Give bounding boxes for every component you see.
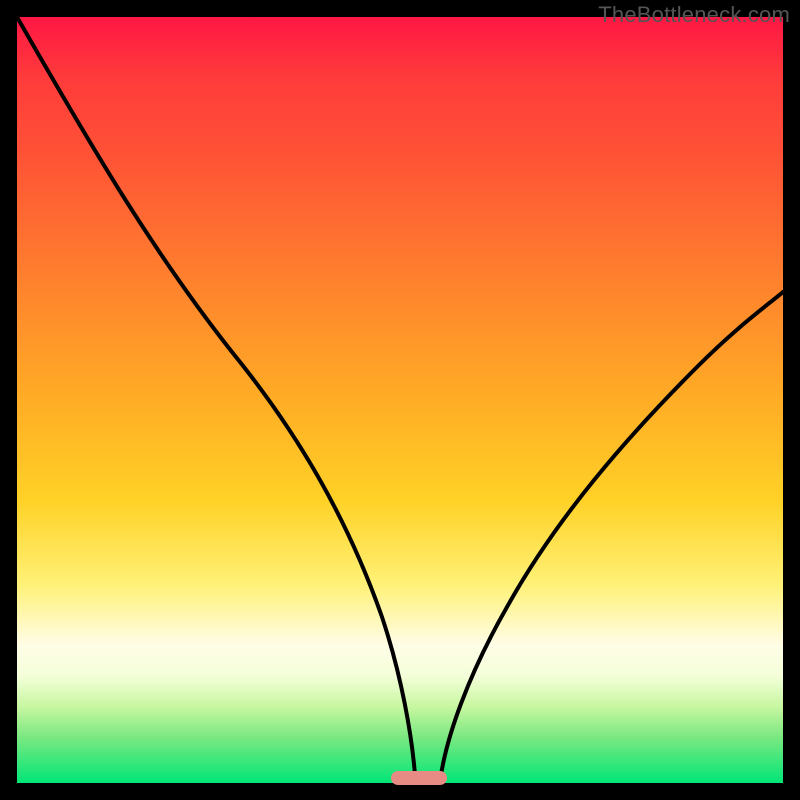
curve-left-branch [17,17,415,775]
curve-right-branch [441,292,783,775]
watermark-text: TheBottleneck.com [598,2,790,28]
plot-area [17,17,783,783]
bottleneck-curve [17,17,783,783]
chart-frame: TheBottleneck.com [0,0,800,800]
minimum-marker [391,771,447,785]
